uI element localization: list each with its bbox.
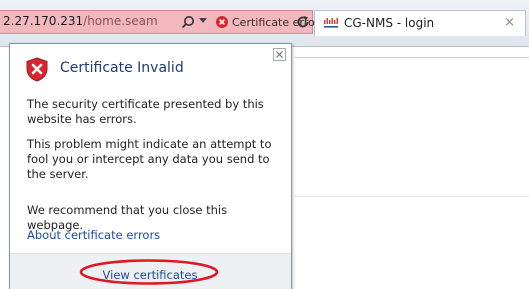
refresh-icon[interactable]: [296, 15, 310, 29]
chevron-down-icon[interactable]: [199, 18, 207, 24]
about-certificate-errors-link[interactable]: About certificate errors: [27, 228, 160, 242]
url-host: 2.27.170.231: [3, 14, 84, 28]
page-divider: [295, 57, 529, 58]
address-bar[interactable]: 2.27.170.231/home.seam Certificate error: [0, 10, 319, 34]
tab-cg-nms-login[interactable]: CG-NMS - login ×: [314, 10, 526, 36]
popup-paragraph-errors: The security certificate presented by th…: [27, 97, 264, 126]
popup-close-button[interactable]: [273, 48, 286, 61]
view-certificates-button[interactable]: View certificates: [94, 268, 206, 282]
popup-title: Certificate Invalid: [60, 60, 184, 76]
search-icon[interactable]: [181, 15, 195, 29]
tab-close-button[interactable]: ×: [504, 15, 515, 30]
url-path: /home.seam: [83, 14, 158, 28]
url-text[interactable]: 2.27.170.231/home.seam: [3, 14, 158, 28]
tab-title: CG-NMS - login: [344, 16, 435, 30]
popup-paragraph-warning: This problem might indicate an attempt t…: [27, 137, 272, 181]
certificate-invalid-popup: Certificate Invalid The security certifi…: [9, 43, 292, 289]
cisco-logo-icon: [324, 18, 338, 28]
error-x-icon: [216, 16, 228, 28]
popup-footer: View certificates: [10, 253, 291, 289]
close-icon: [276, 51, 283, 58]
browser-toolbar: 2.27.170.231/home.seam Certificate error: [0, 0, 529, 47]
page-divider-lower: [295, 196, 529, 197]
shield-error-icon: [26, 57, 48, 82]
